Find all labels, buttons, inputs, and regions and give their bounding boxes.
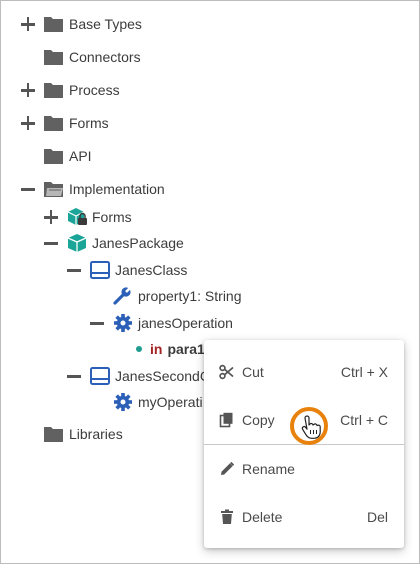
folder-icon (43, 146, 65, 166)
gear-icon (112, 392, 134, 412)
tree-item-parameter[interactable]: in para1: (136, 338, 209, 360)
expand-toggle[interactable] (44, 210, 58, 224)
tree-item-label: Base Types (69, 16, 142, 32)
tree-item-label: myOperati (138, 394, 203, 410)
tree-item-label: API (69, 148, 92, 164)
tree-item-label: Forms (69, 115, 109, 131)
menu-item-delete[interactable]: Delete Del (204, 493, 404, 541)
tree-item-janes-class[interactable]: JanesClass (67, 259, 187, 281)
menu-item-shortcut: Ctrl + X (340, 364, 388, 380)
package-icon (66, 233, 88, 253)
tree-item-label: janesOperation (138, 315, 233, 331)
expand-toggle[interactable] (21, 17, 35, 31)
menu-item-rename[interactable]: Rename (204, 445, 404, 493)
tree-item-label: JanesPackage (92, 235, 184, 251)
tree-item-forms[interactable]: Forms (21, 112, 109, 134)
tree-item-libraries[interactable]: Libraries (21, 423, 123, 445)
tree-item-label: Implementation (69, 181, 165, 197)
folder-icon (43, 113, 65, 133)
menu-item-label: Copy (242, 412, 275, 428)
tree-item-label: Forms (92, 209, 132, 225)
collapse-toggle[interactable] (67, 263, 81, 277)
tree-item-implementation[interactable]: Implementation (21, 178, 165, 200)
menu-item-label: Delete (242, 509, 283, 525)
expand-toggle[interactable] (21, 83, 35, 97)
wrench-icon (112, 286, 134, 306)
locked-package-icon (66, 207, 88, 227)
menu-item-cut[interactable]: Cut Ctrl + X (204, 348, 404, 396)
tree-item-connectors[interactable]: Connectors (21, 46, 141, 68)
parameter-dot-icon (136, 346, 142, 352)
menu-item-label: Cut (242, 364, 264, 380)
menu-item-shortcut: Del (366, 509, 388, 525)
tree-item-my-operation[interactable]: myOperati (90, 391, 203, 413)
tree-item-label: Process (69, 82, 120, 98)
menu-item-label: Rename (242, 461, 295, 477)
class-icon (89, 366, 111, 386)
tree-item-api[interactable]: API (21, 145, 92, 167)
tree-item-label: JanesClass (115, 262, 188, 278)
collapse-toggle[interactable] (21, 182, 35, 196)
tree-item-impl-forms[interactable]: Forms (44, 206, 132, 228)
folder-icon (43, 80, 65, 100)
folder-open-icon (43, 179, 65, 199)
tree-item-property1[interactable]: property1: String (90, 285, 242, 307)
tree-item-label: Connectors (69, 49, 141, 65)
trash-icon (219, 509, 235, 525)
expand-toggle[interactable] (21, 116, 35, 130)
collapse-toggle[interactable] (67, 369, 81, 383)
scissors-icon (219, 364, 235, 380)
folder-icon (43, 14, 65, 34)
folder-icon (43, 47, 65, 67)
collapse-toggle[interactable] (90, 316, 104, 330)
collapse-toggle[interactable] (44, 236, 58, 250)
gear-icon (112, 313, 134, 333)
tree-item-janes-second-class[interactable]: JanesSecondC (67, 365, 210, 387)
tree-item-janes-operation[interactable]: janesOperation (90, 312, 233, 334)
pencil-icon (219, 461, 235, 477)
copy-icon (219, 412, 235, 428)
tree-item-base-types[interactable]: Base Types (21, 13, 142, 35)
hand-cursor-icon (289, 406, 329, 446)
tree-item-label: Libraries (69, 426, 123, 442)
folder-icon (43, 424, 65, 444)
tree-item-janes-package[interactable]: JanesPackage (44, 232, 184, 254)
parameter-direction: in (150, 341, 163, 357)
menu-item-shortcut: Ctrl + C (340, 412, 388, 428)
tree-item-label: property1: String (138, 288, 242, 304)
class-icon (89, 260, 111, 280)
tree-item-process[interactable]: Process (21, 79, 120, 101)
tree-item-label: JanesSecondC (115, 368, 210, 384)
